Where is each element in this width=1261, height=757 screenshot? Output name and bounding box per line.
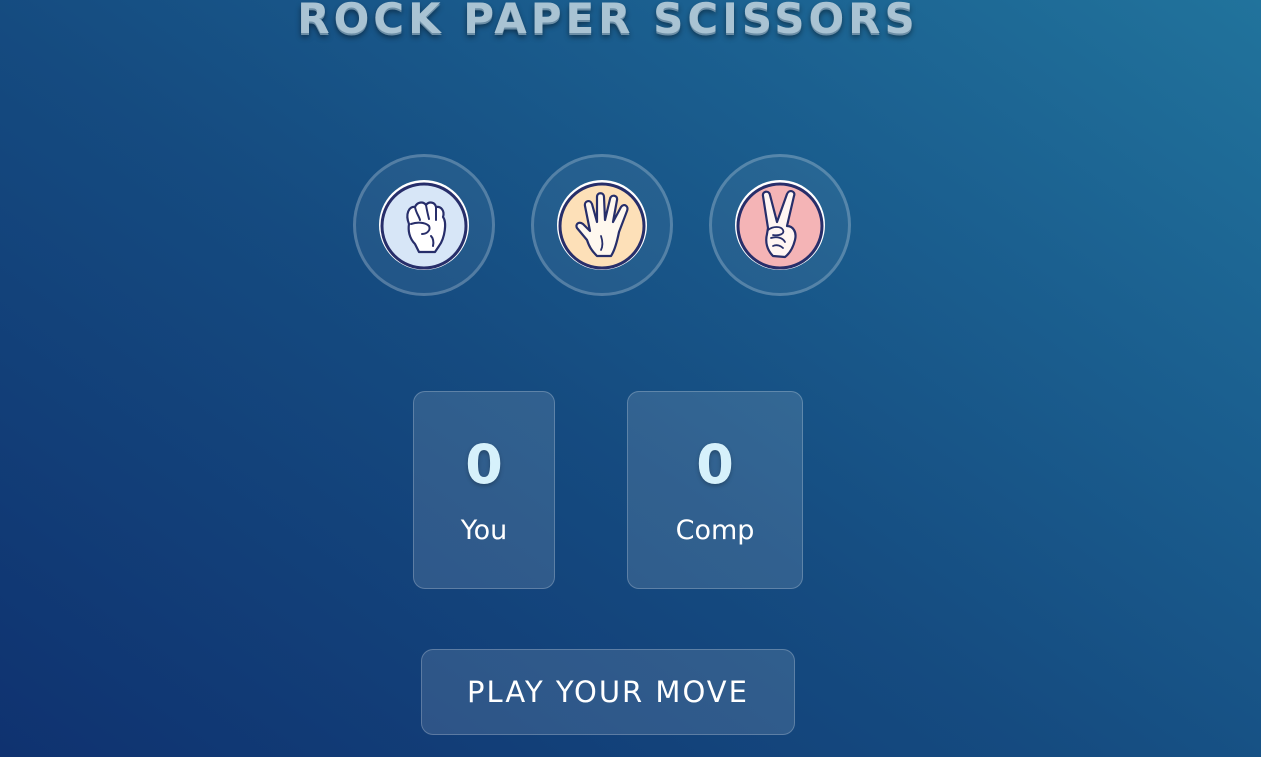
page-title: ROCK PAPER SCISSORS <box>297 0 919 43</box>
paper-image <box>557 180 647 270</box>
rock-image <box>379 180 469 270</box>
comp-score-label: Comp <box>675 514 755 546</box>
rock-choice-button[interactable] <box>353 154 495 296</box>
comp-score: 0 <box>696 432 734 496</box>
scissors-choice-button[interactable] <box>709 154 851 296</box>
comp-score-card: 0 Comp <box>627 391 803 589</box>
user-score: 0 <box>465 432 503 496</box>
choices-group <box>353 154 851 296</box>
paper-hand-icon <box>558 182 646 270</box>
scoreboard: 0 You 0 Comp <box>413 391 803 589</box>
rock-fist-icon <box>380 182 468 270</box>
scissors-image <box>735 180 825 270</box>
user-score-label: You <box>460 514 508 546</box>
user-score-card: 0 You <box>413 391 555 589</box>
scissors-hand-icon <box>736 182 824 270</box>
status-message: PLAY YOUR MOVE <box>421 649 795 735</box>
paper-choice-button[interactable] <box>531 154 673 296</box>
